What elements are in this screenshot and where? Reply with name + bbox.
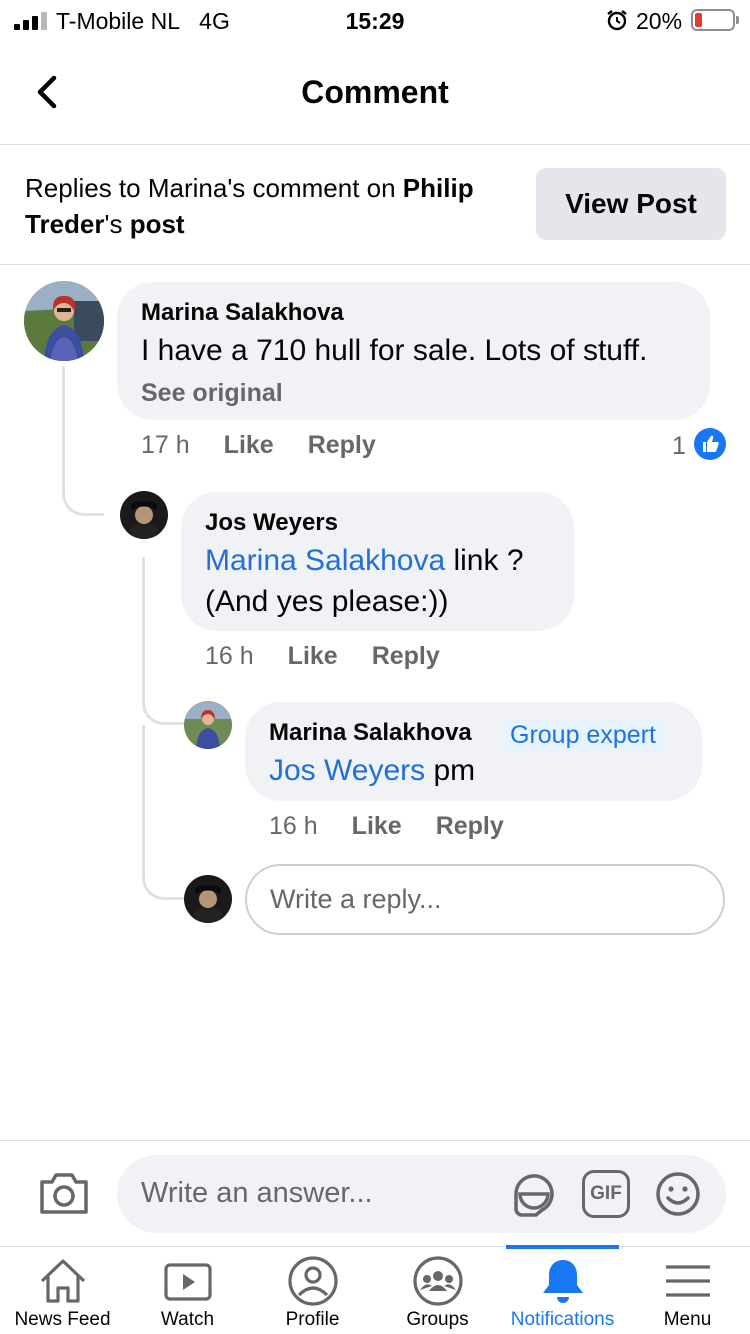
comment-bubble[interactable]: Marina Salakhova I have a 710 hull for s… [117,282,710,420]
thread-line [62,366,104,516]
avatar-photo [24,281,104,361]
mention-link[interactable]: Jos Weyers [269,754,425,787]
group-expert-badge: Group expert [502,719,664,751]
comment-actions: 16 h Like Reply [205,642,474,671]
tab-label: Watch [160,1309,215,1330]
battery-percent: 20% [636,8,683,34]
divider [0,1140,750,1141]
comment-text: Marina Salakhova link ? (And yes please:)… [205,544,524,618]
tab-news-feed[interactable]: News Feed [0,1247,125,1334]
post-link[interactable]: post [130,209,185,239]
avatar-photo [120,491,168,539]
answer-input[interactable]: Write an answer... [117,1155,726,1233]
gif-icon[interactable]: GIF [582,1170,630,1218]
reply-button[interactable]: Reply [308,431,376,459]
like-reaction-icon[interactable] [694,428,726,460]
avatar-photo [184,701,232,749]
comment-bubble[interactable]: Marina Salakhova Group expert Jos Weyers… [245,702,702,801]
avatar [184,875,232,923]
camera-icon[interactable] [38,1170,90,1216]
comment-text: I have a 710 hull for sale. Lots of stuf… [141,334,648,367]
reply-button[interactable]: Reply [372,642,440,670]
like-button[interactable]: Like [352,812,402,840]
tab-label: Notifications [510,1309,615,1330]
reply-input[interactable]: Write a reply... [245,864,725,935]
comment-text: Jos Weyers pm [269,754,476,787]
divider [0,144,750,145]
thread-line [142,557,184,725]
tab-label: Profile [285,1309,340,1330]
emoji-icon[interactable] [654,1170,702,1218]
comment-time: 17 h [141,431,190,459]
view-post-button[interactable]: View Post [536,168,726,240]
reply-button[interactable]: Reply [436,812,504,840]
groups-icon [413,1256,463,1306]
avatar[interactable] [184,701,232,749]
comment-author[interactable]: Marina Salakhova [269,719,472,747]
tab-bar: News Feed Watch Profile Groups Notificat… [0,1245,750,1334]
profile-icon [288,1256,338,1306]
alarm-icon [607,10,627,31]
comment-bubble[interactable]: Jos Weyers Marina Salakhova link ? (And y… [181,492,574,631]
battery-icon [691,9,739,31]
status-bar: T-Mobile NL 4G 15:29 20% [0,0,750,44]
like-count[interactable]: 1 [672,432,686,461]
post-author-link[interactable]: Philip [403,173,474,203]
tab-profile[interactable]: Profile [250,1247,375,1334]
watch-icon [164,1263,212,1301]
tab-label: Menu [663,1309,712,1330]
reply-placeholder: Write a reply... [270,884,442,914]
avatar-photo [184,875,232,923]
comment-time: 16 h [269,812,318,840]
comment-time: 16 h [205,642,254,670]
avatar[interactable] [24,281,104,361]
tab-label: News Feed [14,1309,111,1330]
tab-notifications[interactable]: Notifications [500,1245,625,1334]
tab-label: Groups [406,1309,469,1330]
comment-actions: 17 h Like Reply [141,431,410,460]
home-icon [40,1259,86,1303]
see-original-link[interactable]: See original [141,379,283,408]
divider [0,264,750,265]
avatar[interactable] [120,491,168,539]
menu-icon [666,1265,710,1297]
bell-icon [543,1260,583,1303]
context-text: Replies to Marina's comment on Philip Tre… [25,173,474,239]
tab-groups[interactable]: Groups [375,1247,500,1334]
answer-placeholder: Write an answer... [141,1177,373,1209]
post-author-link-last[interactable]: Treder [25,209,105,239]
mention-link[interactable]: Marina Salakhova [205,544,445,577]
comment-author[interactable]: Jos Weyers [205,509,338,537]
page-title: Comment [301,74,449,110]
tab-menu[interactable]: Menu [625,1247,750,1334]
thread-line [142,725,184,900]
tab-watch[interactable]: Watch [125,1247,250,1334]
comment-author[interactable]: Marina Salakhova [141,299,344,327]
comment-actions: 16 h Like Reply [269,812,538,841]
like-button[interactable]: Like [224,431,274,459]
sticker-icon[interactable] [510,1170,558,1218]
like-button[interactable]: Like [288,642,338,670]
